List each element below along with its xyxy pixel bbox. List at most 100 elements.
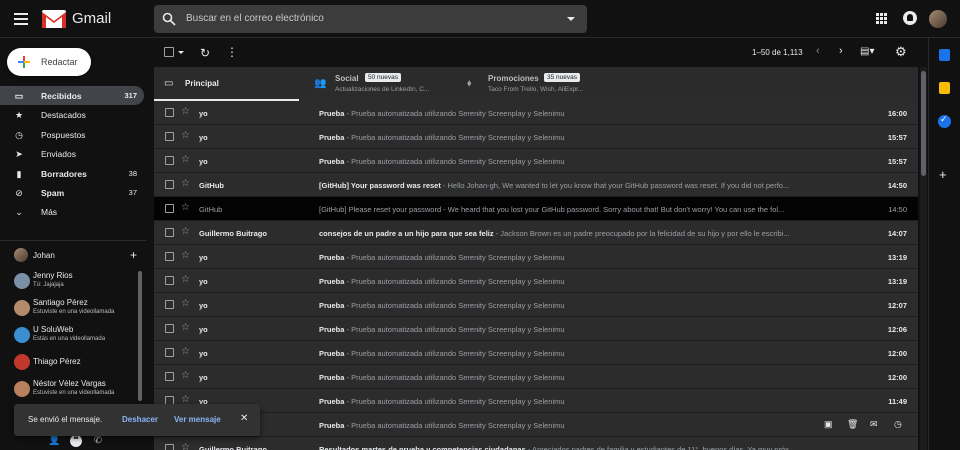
star-icon[interactable]: ☆ — [181, 442, 190, 450]
contact-item[interactable]: Jenny Rios Tú: Jajajaja — [14, 271, 138, 295]
contacts-icon[interactable]: 👤 — [48, 435, 60, 447]
gmail-logo-icon[interactable] — [42, 10, 66, 28]
settings-gear-icon[interactable]: ⚙ — [895, 44, 907, 60]
star-icon[interactable]: ☆ — [181, 274, 190, 285]
app-name[interactable]: Gmail — [72, 10, 111, 27]
nav-item-pospuestos[interactable]: ◷ Pospuestos — [0, 125, 144, 144]
search-bar[interactable]: Buscar en el correo electrónico — [154, 5, 587, 33]
snooze-icon[interactable]: ◷ — [894, 419, 902, 430]
star-icon[interactable]: ☆ — [181, 178, 190, 189]
select-dropdown-icon[interactable] — [178, 51, 184, 54]
email-row[interactable]: ☆ Guillermo Buitrago Resultados martes de … — [154, 437, 918, 450]
hangouts-scrollbar[interactable] — [138, 271, 142, 401]
more-options-icon[interactable]: ⋮ — [226, 45, 238, 59]
email-checkbox[interactable] — [165, 132, 174, 141]
star-icon[interactable]: ☆ — [181, 154, 190, 165]
email-row[interactable]: ☆yoPrueba - Prueba automatizada utilizan… — [154, 341, 918, 365]
star-icon[interactable]: ☆ — [181, 346, 190, 357]
nav-item-enviados[interactable]: ➤ Enviados — [0, 144, 144, 163]
email-checkbox[interactable] — [165, 444, 174, 450]
view-message-button[interactable]: Ver mensaje — [174, 415, 221, 424]
email-checkbox[interactable] — [165, 300, 174, 309]
search-placeholder[interactable]: Buscar en el correo electrónico — [186, 13, 324, 24]
email-sender: GitHub — [199, 205, 223, 214]
email-row[interactable]: ☆ Guillermo Buitrago consejos de un padre … — [154, 221, 918, 245]
nav-item-count: 38 — [128, 168, 137, 178]
email-checkbox[interactable] — [165, 324, 174, 333]
contact-item[interactable]: Néstor Vélez Vargas Estuviste en una vide… — [14, 379, 138, 403]
email-row[interactable]: ☆yoPrueba - Prueba automatizada utilizan… — [154, 317, 918, 341]
search-icon[interactable] — [162, 12, 176, 26]
main-menu-icon[interactable] — [14, 13, 28, 25]
avatar — [14, 248, 28, 262]
star-icon[interactable]: ☆ — [181, 106, 190, 117]
compose-button[interactable]: Redactar — [7, 48, 91, 76]
email-checkbox[interactable] — [165, 180, 174, 189]
email-row[interactable]: ☆yoPrueba - Prueba automatizada utilizan… — [154, 389, 918, 413]
select-all-checkbox[interactable] — [164, 47, 174, 57]
previous-page-icon[interactable]: ‹ — [816, 45, 820, 57]
tab-social[interactable]: 👥 Social 50 nuevas Actualizaciones de Linke… — [304, 67, 454, 101]
main-scrollbar[interactable] — [920, 67, 927, 450]
contact-item[interactable]: Santiago Pérez Estuviste en una videollam… — [14, 298, 138, 322]
input-tools-icon[interactable]: ▤▾ — [860, 46, 874, 57]
phone-icon[interactable]: ✆ — [92, 435, 104, 447]
star-icon[interactable]: ☆ — [181, 226, 190, 237]
email-checkbox[interactable] — [165, 348, 174, 357]
mail-toolbar: ↻ ⋮ 1–50 de 1,113 ‹ › ▤▾ ⚙ — [154, 38, 918, 68]
email-snippet: - Prueba automatizada utilizando Serenit… — [344, 133, 565, 142]
get-addons-icon[interactable]: + — [939, 167, 947, 182]
nav-item-más[interactable]: ⌄ Más — [0, 202, 144, 221]
delete-icon[interactable]: 🗑 — [847, 419, 858, 430]
email-row[interactable]: ☆yoPrueba - Prueba automatizada utilizan… — [154, 125, 918, 149]
star-icon[interactable]: ☆ — [181, 202, 190, 213]
mark-read-icon[interactable]: ✉ — [870, 419, 878, 430]
contact-item[interactable]: U SoluWeb Estás en una videollamada — [14, 325, 138, 349]
star-icon[interactable]: ☆ — [181, 370, 190, 381]
email-checkbox[interactable] — [165, 228, 174, 237]
tasks-icon[interactable] — [938, 114, 951, 128]
add-contact-icon[interactable]: + — [130, 248, 137, 262]
contact-item[interactable]: Thiago Pérez — [14, 352, 138, 376]
hangouts-icon[interactable]: ❝ — [70, 435, 82, 447]
apps-grid-icon[interactable] — [876, 13, 887, 24]
email-checkbox[interactable] — [165, 252, 174, 261]
nav-item-recibidos[interactable]: ▭ Recibidos 317 — [0, 86, 144, 106]
nav-item-spam[interactable]: ⊘ Spam 37 — [0, 183, 144, 202]
email-row[interactable]: ☆yoPrueba - Prueba automatizada utilizan… — [154, 101, 918, 125]
next-page-icon[interactable]: › — [839, 45, 843, 57]
archive-icon[interactable]: ▣ — [824, 419, 833, 430]
email-checkbox[interactable] — [165, 156, 174, 165]
notifications-icon[interactable] — [903, 11, 917, 25]
undo-button[interactable]: Deshacer — [122, 415, 158, 424]
email-row[interactable]: ☆yoPrueba - Prueba automatizada utilizan… — [154, 149, 918, 173]
email-row[interactable]: ☆yoPrueba - Prueba automatizada utilizan… — [154, 413, 918, 437]
star-icon[interactable]: ☆ — [181, 130, 190, 141]
email-row[interactable]: ☆yoPrueba - Prueba automatizada utilizan… — [154, 245, 918, 269]
search-options-icon[interactable] — [567, 17, 575, 21]
star-icon[interactable]: ☆ — [181, 298, 190, 309]
tab-promociones[interactable]: ⬧ Promociones 35 nuevas Taco From Trello, W… — [457, 67, 607, 101]
star-icon[interactable]: ☆ — [181, 250, 190, 261]
email-row[interactable]: ☆ GitHub [GitHub] Please reset your passwo… — [154, 197, 918, 221]
email-row[interactable]: ☆ GitHub [GitHub] Your password was reset … — [154, 173, 918, 197]
people-icon: 👥 — [314, 78, 327, 89]
refresh-icon[interactable]: ↻ — [200, 46, 210, 60]
email-row[interactable]: ☆yoPrueba - Prueba automatizada utilizan… — [154, 365, 918, 389]
email-row[interactable]: ☆yoPrueba - Prueba automatizada utilizan… — [154, 293, 918, 317]
email-subject: Prueba — [319, 325, 345, 334]
nav-item-destacados[interactable]: ★ Destacados — [0, 105, 144, 124]
close-icon[interactable]: ✕ — [240, 413, 248, 424]
keep-icon[interactable] — [939, 82, 950, 94]
scrollbar-thumb[interactable] — [921, 71, 926, 176]
tab-principal[interactable]: ▭ Principal — [154, 67, 304, 101]
nav-item-borradores[interactable]: ▮ Borradores 38 — [0, 164, 144, 183]
email-checkbox[interactable] — [165, 108, 174, 117]
email-checkbox[interactable] — [165, 372, 174, 381]
calendar-icon[interactable] — [939, 49, 950, 61]
email-row[interactable]: ☆yoPrueba - Prueba automatizada utilizan… — [154, 269, 918, 293]
star-icon[interactable]: ☆ — [181, 322, 190, 333]
email-checkbox[interactable] — [165, 204, 174, 213]
account-avatar[interactable] — [929, 10, 947, 28]
email-checkbox[interactable] — [165, 276, 174, 285]
